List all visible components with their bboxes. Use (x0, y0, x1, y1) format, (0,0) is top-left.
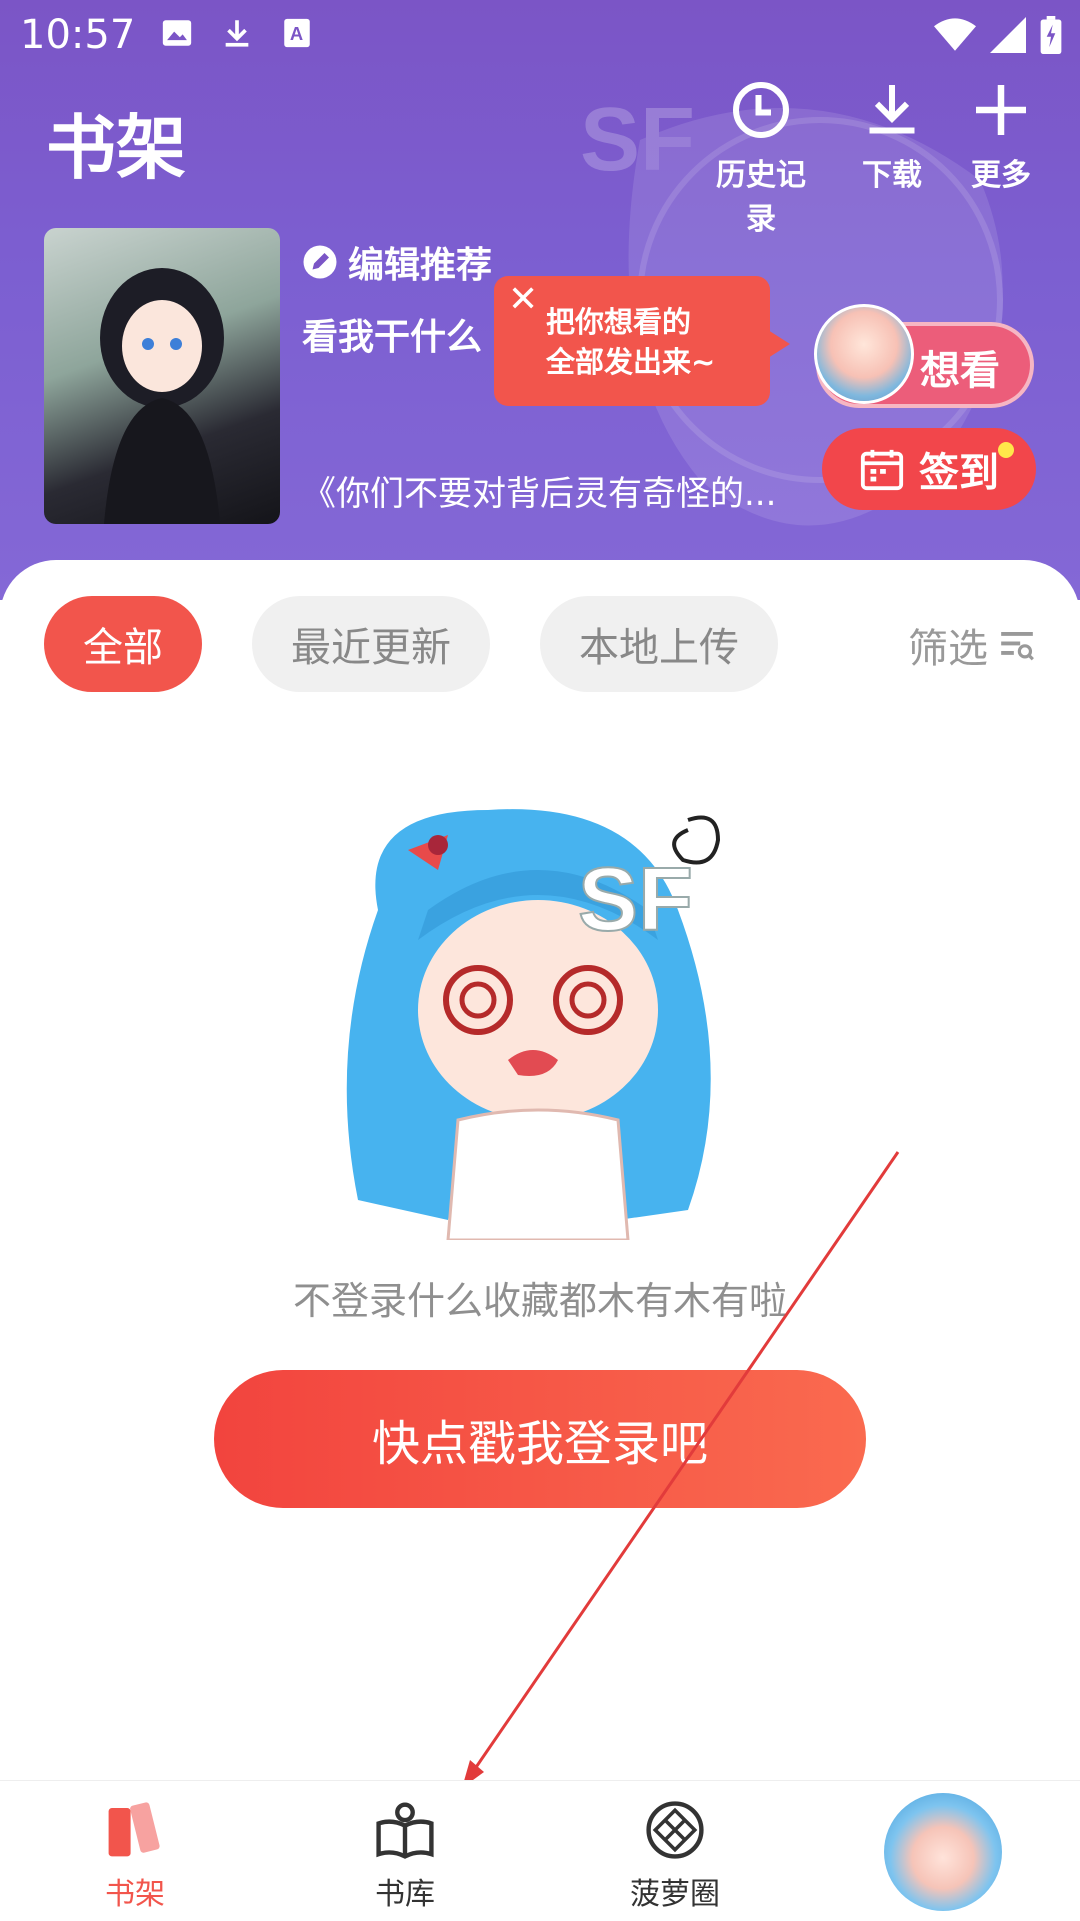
want-to-read-button[interactable]: 想看 (814, 304, 1034, 408)
nav-item-pineapple-circle[interactable]: 菠萝圈 (595, 1799, 755, 1913)
login-button[interactable]: 快点戳我登录吧 (214, 1370, 866, 1508)
check-in-label: 签到 (919, 450, 999, 496)
svg-text:SF: SF (580, 90, 695, 190)
cover-illustration (100, 268, 224, 524)
download-label: 下载 (862, 158, 922, 193)
more-button[interactable]: 更多 (946, 80, 1056, 194)
nav-item-bookshelf[interactable]: 书架 (55, 1799, 215, 1913)
featured-book-title[interactable]: 看我干什么 (302, 308, 482, 360)
filter-label: 筛选 (908, 626, 988, 672)
editor-pick-label: 编辑推荐 (302, 236, 492, 288)
check-in-button[interactable]: 签到 (822, 428, 1036, 510)
clock-icon (733, 82, 789, 138)
pencil-icon (303, 245, 337, 279)
history-button[interactable]: 历史记录 (706, 80, 816, 238)
status-time: 10:57 (20, 12, 136, 58)
empty-state-message: 不登录什么收藏都木有木有啦 (292, 1279, 787, 1323)
wifi-icon (934, 18, 976, 51)
download-icon (869, 85, 915, 134)
tooltip-line-2: 全部发出来~ (546, 345, 716, 379)
download-icon (225, 20, 249, 47)
bookshelf-icon (108, 1802, 160, 1857)
book-store-icon (376, 1802, 434, 1859)
confused-mascot-illustration: SF (346, 809, 721, 1240)
mascot-avatar (814, 304, 914, 404)
image-icon (162, 20, 192, 46)
tab-local-upload[interactable]: 本地上传 (540, 596, 778, 692)
featured-book-cover[interactable] (44, 228, 280, 524)
history-label: 历史记录 (716, 158, 806, 237)
community-icon (646, 1801, 704, 1859)
nav-label-bookshelf: 书架 (105, 1877, 165, 1912)
header-banner: SF 10:57 A 书架 历史记录 下载 更多 编辑推荐 看我干什么 《你们不… (0, 0, 1080, 600)
tab-recent-updates[interactable]: 最近更新 (252, 596, 490, 692)
text-a-icon: A (284, 18, 310, 48)
featured-book-description[interactable]: 《你们不要对背后灵有奇怪的... (302, 466, 776, 515)
editor-pick-text: 编辑推荐 (348, 245, 493, 286)
battery-icon (1040, 16, 1062, 54)
svg-text:SF: SF (578, 850, 693, 950)
filter-button[interactable]: 筛选 (908, 616, 1036, 674)
page-title: 书架 (46, 107, 186, 189)
more-label: 更多 (971, 158, 1031, 193)
nav-label-library: 书库 (375, 1877, 435, 1912)
download-button[interactable]: 下载 (837, 80, 947, 194)
notification-dot (998, 442, 1014, 458)
tab-all[interactable]: 全部 (44, 596, 202, 692)
calendar-icon (860, 449, 904, 491)
want-to-read-label: 想看 (920, 348, 1000, 394)
plus-icon (976, 85, 1026, 135)
svg-text:A: A (290, 23, 303, 44)
status-bar: 10:57 A (0, 0, 1080, 72)
filter-icon (1001, 632, 1034, 661)
tooltip-line-1: 把你想看的 (546, 305, 692, 339)
want-tooltip: ✕ 把你想看的 全部发出来~ (494, 276, 790, 406)
filter-tabs: 全部 最近更新 本地上传 筛选 (0, 596, 1080, 692)
signal-icon (990, 17, 1026, 53)
bottom-navigation: 书架 书库 菠萝圈 (0, 1780, 1080, 1921)
nav-item-library[interactable]: 书库 (325, 1799, 485, 1913)
close-icon[interactable]: ✕ (508, 280, 538, 320)
profile-avatar[interactable] (884, 1793, 1002, 1911)
bookshelf-content: 全部 最近更新 本地上传 筛选 SF 不登录什么收藏都木有木有啦 快点戳我登录吧 (0, 560, 1080, 1780)
nav-label-pineapple-circle: 菠萝圈 (630, 1877, 720, 1912)
